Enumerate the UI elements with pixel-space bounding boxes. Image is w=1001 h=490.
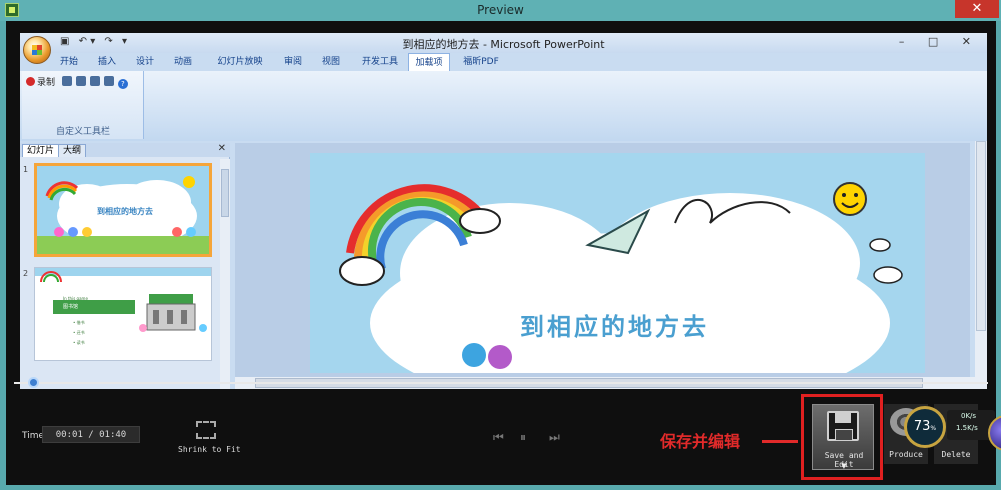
rainbow-icon: [40, 271, 62, 283]
pane-close-icon[interactable]: ✕: [218, 143, 226, 154]
tab-slideshow[interactable]: 幻灯片放映: [210, 53, 270, 71]
previous-icon[interactable]: ⏮: [493, 430, 504, 445]
slide-thumbnail-1[interactable]: 到相应的地方去: [34, 163, 212, 257]
preview-content: ▣ ↶ ▾ ↷ ▾ 到相应的地方去 - Microsoft PowerPoint…: [6, 21, 1001, 485]
title-bar: Preview ✕: [0, 0, 1001, 21]
timeline-playhead[interactable]: [27, 377, 39, 388]
preview-window: Preview ✕ ▣ ↶ ▾ ↷ ▾ 到相应的地方去 - Microsoft …: [0, 0, 1001, 490]
floppy-disk-icon: [827, 411, 859, 441]
tab-home[interactable]: 开始: [54, 53, 84, 71]
slide-number: 2: [23, 269, 29, 278]
main-slide[interactable]: 到相应的地方去: [310, 153, 925, 373]
save-and-edit-button[interactable]: Save and Edit ▼: [812, 404, 874, 470]
office-button[interactable]: [23, 36, 51, 64]
slide-2-box: 图书馆: [53, 300, 135, 314]
cpu-value: 73: [913, 419, 931, 434]
pane-tabs: 幻灯片 大纲 ✕: [20, 143, 230, 157]
library-illustration: [139, 294, 207, 332]
tab-foxit-pdf[interactable]: 福昕PDF: [458, 53, 504, 71]
scrollbar-thumb[interactable]: [221, 169, 229, 217]
ribbon-group-buttons: 录制 ?: [26, 75, 128, 89]
tab-developer[interactable]: 开发工具: [356, 53, 404, 71]
tab-insert[interactable]: 插入: [92, 53, 122, 71]
screen-icon[interactable]: [89, 76, 100, 86]
tab-view[interactable]: 视图: [316, 53, 346, 71]
save-dropdown-icon[interactable]: ▼: [813, 462, 875, 470]
tab-addins[interactable]: 加载项: [408, 53, 450, 71]
editor-vertical-scrollbar[interactable]: [975, 141, 987, 389]
next-icon[interactable]: ⏭: [549, 430, 560, 445]
cpu-usage-gauge: 73%: [904, 406, 946, 448]
time-label: Time: [22, 431, 45, 441]
download-speed: 1.5K/s: [956, 424, 978, 432]
mail-icon[interactable]: [103, 76, 114, 86]
slide-2-item: • 读书: [73, 340, 85, 345]
produce-label: Produce: [889, 450, 923, 459]
slides-pane-scrollbar[interactable]: [220, 159, 230, 389]
print-icon[interactable]: [75, 76, 86, 86]
slides-pane: 幻灯片 大纲 ✕ 1 到相应的地方去 2 In this game 图书馆 • …: [20, 143, 230, 389]
timeline-track[interactable]: [14, 382, 988, 384]
slide-number: 1: [23, 165, 29, 174]
quick-access-toolbar: ▣ ↶ ▾ ↷ ▾ 到相应的地方去 - Microsoft PowerPoint…: [20, 33, 987, 53]
ribbon: 录制 ? 自定义工具栏: [20, 71, 987, 141]
window-title: Preview: [477, 3, 524, 17]
tab-animation[interactable]: 动画: [168, 53, 198, 71]
tab-outline[interactable]: 大纲: [58, 144, 87, 157]
tab-slides[interactable]: 幻灯片: [22, 144, 60, 157]
ribbon-group-label: 自定义工具栏: [55, 127, 110, 137]
ribbon-group-custom-toolbar: 录制 ? 自定义工具栏: [22, 71, 144, 139]
slide-thumbnail-2[interactable]: In this game 图书馆 • 借书 • 还书 • 读书: [34, 267, 212, 361]
pause-icon[interactable]: ⏸: [520, 430, 526, 445]
scrollbar-thumb[interactable]: [976, 141, 986, 331]
ppt-window-controls[interactable]: – □ ✕: [899, 35, 981, 48]
slide-2-item: • 还书: [73, 330, 85, 335]
record-button[interactable]: 录制: [37, 78, 55, 88]
ppt-title: 到相应的地方去 - Microsoft PowerPoint: [402, 38, 605, 51]
close-button[interactable]: ✕: [955, 0, 999, 18]
annotation-label: 保存并编辑: [660, 432, 741, 451]
tool-icon[interactable]: [61, 76, 72, 86]
tab-design[interactable]: 设计: [130, 53, 160, 71]
slide-editor: 到相应的地方去: [235, 143, 970, 379]
slide-1-title: 到相应的地方去: [97, 206, 153, 216]
cpu-unit: %: [930, 425, 937, 432]
slide-title[interactable]: 到相应的地方去: [520, 307, 709, 342]
slide-2-item: • 借书: [73, 320, 85, 325]
time-display: 00:01 / 01:40: [42, 426, 140, 443]
help-icon[interactable]: ?: [117, 79, 128, 89]
powerpoint-window: ▣ ↶ ▾ ↷ ▾ 到相应的地方去 - Microsoft PowerPoint…: [20, 33, 987, 389]
annotation-pointer: [762, 440, 798, 443]
delete-label: Delete: [941, 450, 971, 459]
shrink-to-fit-button[interactable]: Shrink to Fit: [178, 445, 241, 454]
tab-review[interactable]: 审阅: [278, 53, 308, 71]
shrink-to-fit-icon[interactable]: [196, 421, 216, 439]
record-icon[interactable]: [26, 77, 35, 86]
upload-speed: 0K/s: [961, 412, 977, 420]
